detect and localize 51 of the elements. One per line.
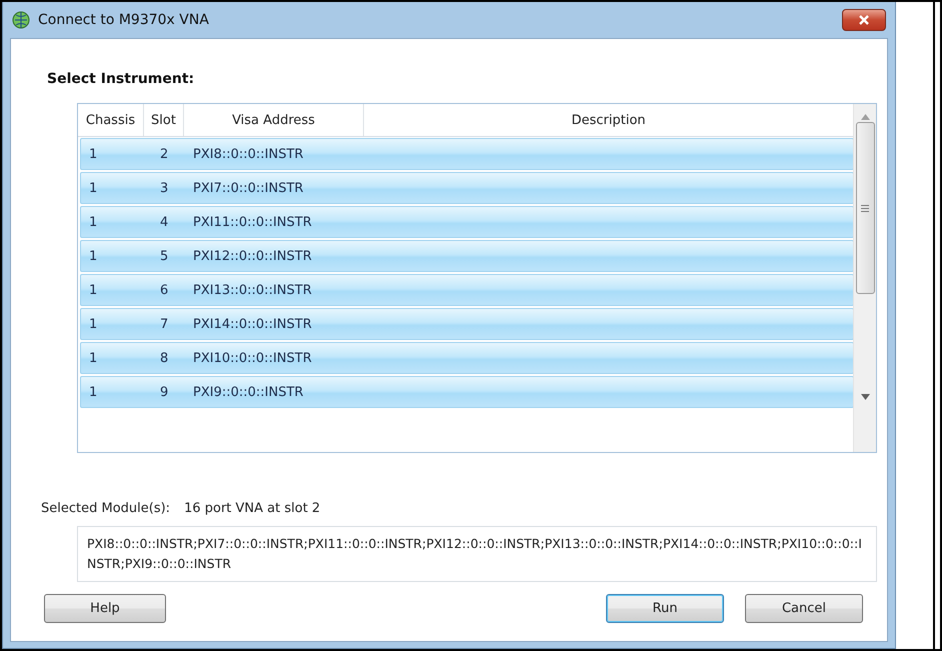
table-cell-text: 1	[88, 180, 98, 196]
table-row[interactable]: 1 5 PXI12::0::0::INSTR	[80, 240, 854, 272]
address-text-box[interactable]: PXI8::0::0::INSTR;PXI7::0::0::INSTR;PXI11::0::0::INSTR;PXI12::0::0::INSTR;PXI13::0::0::INSTR;PXI14::0::0::INSTR;PXI10::0::0::INSTR;PXI9::0::0::INSTR	[77, 526, 877, 582]
table-cell-text: 6	[159, 282, 170, 298]
table-cell-text: PXI10::0::0::INSTR	[192, 350, 313, 366]
field-label: Selected Module(s):	[41, 501, 170, 516]
table-cell-text: 7	[159, 316, 170, 332]
table-row[interactable]: 1 4 PXI11::0::0::INSTR	[80, 206, 854, 238]
selected-module-text: 16 port VNA at slot 2	[184, 501, 320, 516]
table-cell-text: PXI7::0::0::INSTR	[192, 180, 304, 196]
table-cell-text: 4	[159, 214, 170, 230]
table-cell-text: 1	[88, 248, 98, 264]
table-cell-text: 1	[88, 384, 98, 400]
column-header[interactable]: Visa Address	[184, 104, 364, 136]
column-header[interactable]: Slot	[144, 104, 184, 136]
table-row[interactable]: 1 6 PXI13::0::0::INSTR	[80, 274, 854, 306]
table-cell-text: PXI8::0::0::INSTR	[192, 146, 304, 162]
scroll-down-icon	[860, 394, 870, 400]
table-row[interactable]: 1 3 PXI7::0::0::INSTR	[80, 172, 854, 204]
close-button[interactable]	[842, 9, 886, 31]
table-cell-text: 1	[88, 350, 98, 366]
table-cell-text: 1	[88, 282, 98, 298]
window-title: Connect to M9370x VNA	[38, 12, 210, 28]
table-cell-text: PXI11::0::0::INSTR	[192, 214, 313, 230]
table-row[interactable]: 1 2 PXI8::0::0::INSTR	[80, 138, 854, 170]
table-cell-text: 9	[159, 384, 170, 400]
column-header[interactable]: Chassis	[78, 104, 144, 136]
table-cell-text: PXI9::0::0::INSTR	[192, 384, 304, 400]
table-cell-text: 1	[88, 316, 98, 332]
table-cell-text: 8	[159, 350, 170, 366]
table-cell-text: PXI13::0::0::INSTR	[192, 282, 313, 298]
help-button[interactable]: Help	[44, 594, 166, 623]
table-cell-text: PXI14::0::0::INSTR	[192, 316, 313, 332]
table-cell-text: 3	[159, 180, 170, 196]
table-cell-text: 5	[159, 248, 170, 264]
scroll-up-icon	[860, 114, 870, 120]
scrollbar[interactable]	[853, 104, 876, 452]
table-cell-text: 1	[88, 214, 98, 230]
scrollbar-thumb[interactable]	[856, 122, 874, 294]
section-heading: Select Instrument:	[47, 71, 196, 87]
dialog-button[interactable]: Run	[606, 594, 724, 623]
table-row[interactable]: 1 8 PXI10::0::0::INSTR	[80, 342, 854, 374]
grip-icon	[861, 204, 869, 212]
globe-icon	[12, 11, 30, 29]
table-cell-text: 1	[88, 146, 98, 162]
close-icon	[858, 15, 870, 25]
table-cell-text: PXI12::0::0::INSTR	[192, 248, 313, 264]
table-row[interactable]: 1 9 PXI9::0::0::INSTR	[80, 376, 854, 408]
table-row[interactable]: 1 7 PXI14::0::0::INSTR	[80, 308, 854, 340]
dialog-button[interactable]: Cancel	[745, 594, 863, 623]
table-cell-text: 2	[159, 146, 170, 162]
